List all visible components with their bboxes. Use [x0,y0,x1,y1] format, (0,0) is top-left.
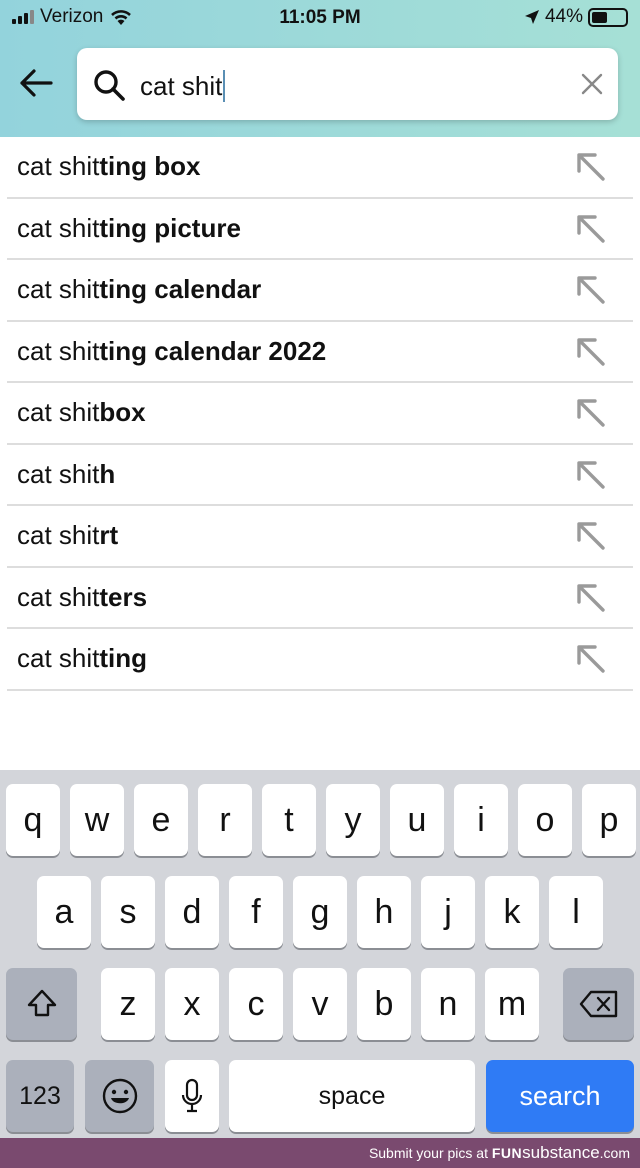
battery-icon [588,7,628,27]
key-w[interactable]: w [70,784,124,856]
text-caret [223,70,226,102]
key-z[interactable]: z [101,968,155,1040]
key-n[interactable]: n [421,968,475,1040]
key-e[interactable]: e [134,784,188,856]
suggestion-item[interactable]: cat shitting calendar [7,260,633,322]
fill-query-arrow-icon[interactable] [575,582,607,614]
watermark-footer: Submit your pics at FUNsubstance.com [0,1138,640,1168]
suggestion-item[interactable]: cat shitbox [7,383,633,445]
numbers-key[interactable]: 123 [6,1060,74,1132]
suggestion-text: cat shith [17,458,116,489]
suggestion-item[interactable]: cat shitters [7,568,633,629]
suggestion-text: cat shitting box [17,151,201,182]
key-i[interactable]: i [454,784,508,856]
key-c[interactable]: c [229,968,283,1040]
space-key[interactable]: space [229,1060,475,1132]
fill-query-arrow-icon[interactable] [575,213,607,245]
suggestion-text: cat shitters [17,581,148,612]
suggestion-item[interactable]: cat shitting picture [7,199,633,260]
key-y[interactable]: y [326,784,380,856]
keyboard: q w e r t y u i o p a s d f g h j k l z x c v b n m 123 space search [0,770,640,1138]
status-bar: Verizon 11:05 PM 44% [0,4,640,32]
header: Verizon 11:05 PM 44% cat shit [0,0,640,137]
arrow-left-icon [20,69,53,97]
key-q[interactable]: q [6,784,60,856]
key-r[interactable]: r [198,784,252,856]
suggestion-text: cat shitting picture [17,212,241,243]
key-v[interactable]: v [293,968,347,1040]
footer-suffix: .com [599,1145,630,1161]
search-query: cat shit [140,70,223,101]
shift-icon [27,989,56,1017]
key-l[interactable]: l [549,876,603,948]
suggestion-item[interactable]: cat shitting [7,629,633,691]
backspace-key[interactable] [563,968,634,1040]
fill-query-arrow-icon[interactable] [575,520,607,552]
footer-brand: substance [522,1143,600,1162]
fill-query-arrow-icon[interactable] [575,274,607,306]
key-h[interactable]: h [357,876,411,948]
key-a[interactable]: a [37,876,91,948]
key-f[interactable]: f [229,876,283,948]
key-d[interactable]: d [165,876,219,948]
suggestion-item[interactable]: cat shitrt [7,506,633,568]
clear-icon[interactable] [580,72,604,96]
suggestion-text: cat shitting [17,643,148,674]
emoji-icon [102,1078,137,1114]
suggestion-text: cat shitting calendar 2022 [17,335,327,366]
key-k[interactable]: k [485,876,539,948]
search-input[interactable]: cat shit [77,48,618,120]
emoji-key[interactable] [85,1060,154,1132]
fill-query-arrow-icon[interactable] [575,397,607,429]
battery-percent: 44% [544,6,583,27]
location-icon [524,10,539,24]
fill-query-arrow-icon[interactable] [575,459,607,491]
suggestion-text: cat shitbox [17,397,146,428]
key-b[interactable]: b [357,968,411,1040]
key-j[interactable]: j [421,876,475,948]
fill-query-arrow-icon[interactable] [575,336,607,368]
back-button[interactable] [18,68,58,104]
key-x[interactable]: x [165,968,219,1040]
suggestion-text: cat shitrt [17,520,119,551]
key-s[interactable]: s [101,876,155,948]
key-p[interactable]: p [582,784,636,856]
key-g[interactable]: g [293,876,347,948]
fill-query-arrow-icon[interactable] [575,151,607,183]
suggestion-item[interactable]: cat shitting calendar 2022 [7,322,633,383]
suggestion-text: cat shitting calendar [17,274,262,305]
search-icon [94,70,125,101]
key-o[interactable]: o [518,784,572,856]
suggestion-item[interactable]: cat shith [7,445,633,506]
shift-key[interactable] [6,968,77,1040]
key-t[interactable]: t [262,784,316,856]
suggestion-list: cat shitting box cat shitting picture ca… [0,137,640,691]
backspace-icon [579,990,617,1018]
footer-brand-bold: FUN [491,1145,523,1161]
key-m[interactable]: m [485,968,539,1040]
search-key[interactable]: search [486,1060,634,1132]
fill-query-arrow-icon[interactable] [575,643,607,675]
suggestion-item[interactable]: cat shitting box [7,137,633,199]
microphone-icon [181,1078,203,1113]
footer-prefix: Submit your pics at [368,1145,492,1161]
dictation-key[interactable] [165,1060,219,1132]
key-u[interactable]: u [390,784,444,856]
